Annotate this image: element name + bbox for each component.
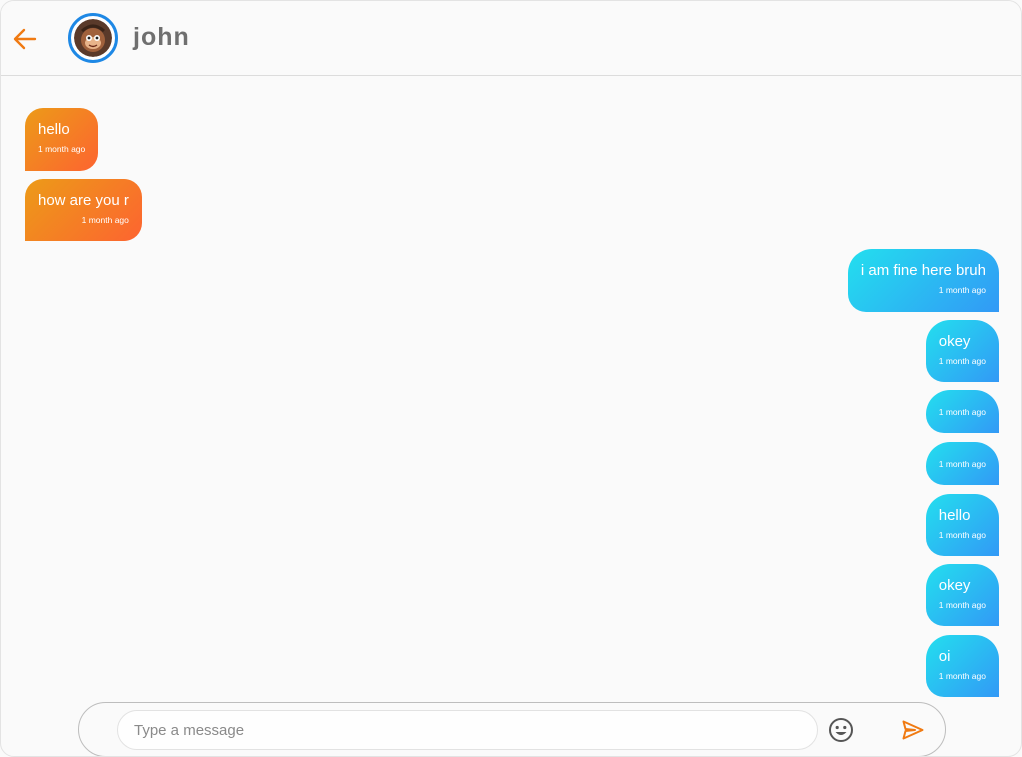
message-bubble-sent[interactable]: okey 1 month ago — [925, 320, 999, 382]
message-timestamp: 1 month ago — [938, 600, 986, 610]
message-timestamp: 1 month ago — [938, 530, 986, 540]
message-bubble-received[interactable]: how are you r 1 month ago — [25, 179, 142, 241]
avatar-image — [74, 19, 112, 57]
message-list: hello 1 month ago how are you r 1 month ago… — [1, 77, 1021, 699]
message-composer — [78, 702, 946, 756]
message-text: oi — [938, 648, 951, 665]
message-timestamp: 1 month ago — [38, 144, 86, 154]
smiley-icon — [829, 718, 853, 742]
message-timestamp: 1 month ago — [938, 671, 986, 681]
avatar[interactable] — [68, 13, 118, 63]
message-bubble-sent[interactable]: okey 1 month ago — [925, 564, 999, 626]
arrow-left-icon — [13, 28, 37, 50]
message-text: hello — [938, 507, 971, 524]
message-text: okey — [938, 577, 971, 594]
message-input[interactable] — [117, 710, 818, 750]
message-bubble-sent[interactable]: i am fine here bruh 1 month ago — [847, 249, 999, 312]
message-bubble-received[interactable]: hello 1 month ago — [25, 108, 99, 171]
message-timestamp: 1 month ago — [938, 459, 986, 469]
send-icon — [902, 720, 924, 740]
chat-window: john hello 1 month ago how are you r 1 mont… — [0, 0, 1022, 757]
message-timestamp: 1 month ago — [938, 285, 986, 295]
message-timestamp: 1 month ago — [938, 356, 986, 366]
message-text: i am fine here bruh — [860, 262, 986, 279]
contact-name: john — [133, 23, 190, 51]
message-bubble-sent[interactable]: 1 month ago — [925, 390, 999, 433]
message-bubble-sent[interactable]: 1 month ago — [925, 442, 999, 485]
message-bubble-sent[interactable]: oi 1 month ago — [925, 635, 999, 697]
send-button[interactable] — [901, 718, 925, 742]
message-text: hello — [38, 121, 70, 138]
chat-header: john — [1, 1, 1021, 76]
message-bubble-sent[interactable]: hello 1 month ago — [925, 494, 999, 556]
emoji-button[interactable] — [828, 717, 854, 743]
message-timestamp: 1 month ago — [81, 215, 129, 225]
message-text: how are you r — [38, 192, 129, 209]
message-text: okey — [938, 333, 971, 350]
message-timestamp: 1 month ago — [938, 407, 986, 417]
back-button[interactable] — [9, 23, 41, 55]
